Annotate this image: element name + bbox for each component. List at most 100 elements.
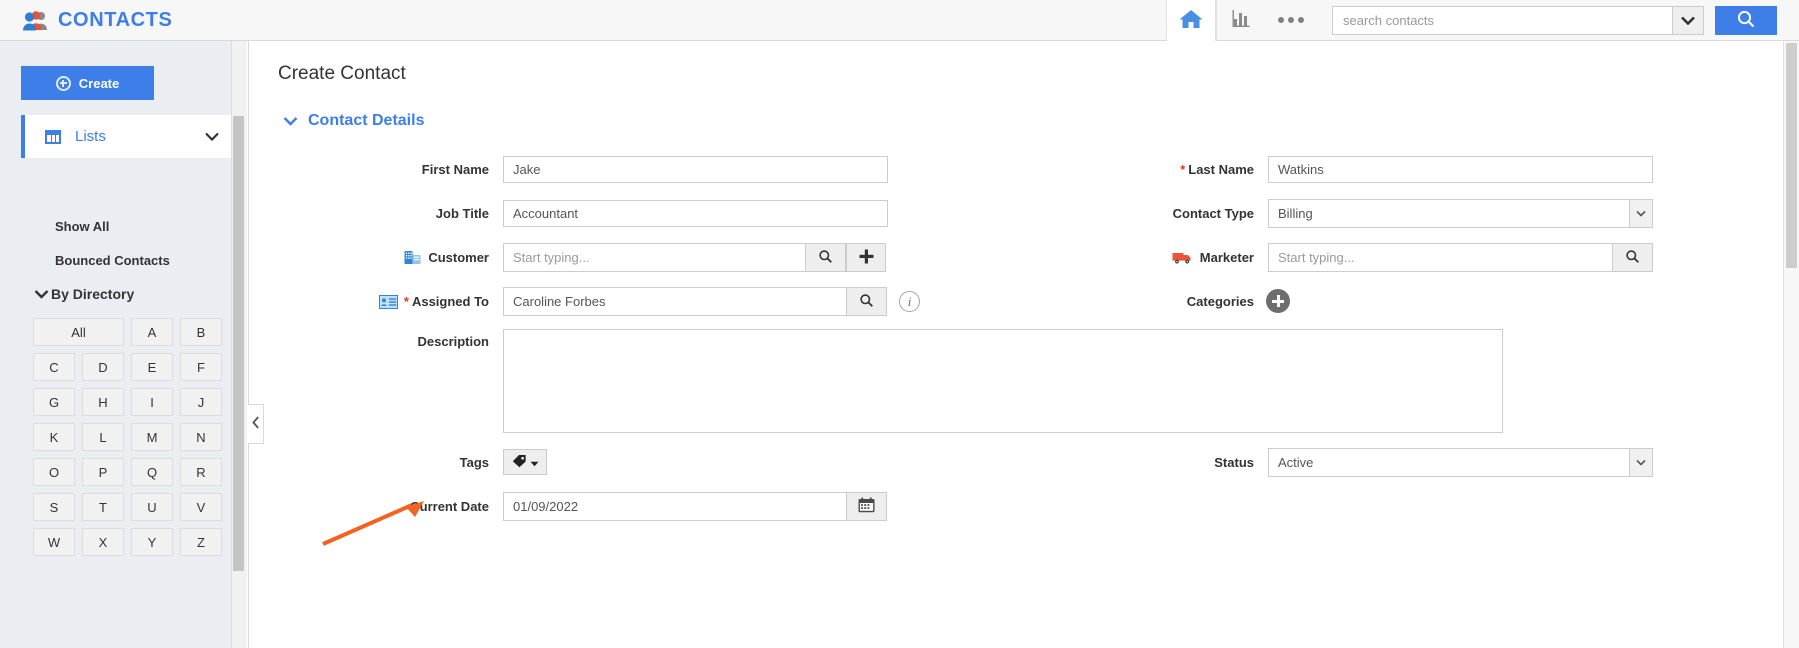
directory-letter-y[interactable]: Y bbox=[131, 528, 173, 556]
assigned-to-search-button[interactable] bbox=[847, 287, 887, 316]
directory-letter-e[interactable]: E bbox=[131, 353, 173, 381]
building-icon bbox=[404, 250, 421, 265]
sidebar: Create Lists Show All Bounced Contacts B… bbox=[0, 41, 231, 648]
directory-letter-s[interactable]: S bbox=[33, 493, 75, 521]
marketer-label-group: Marketer bbox=[984, 250, 1254, 265]
field-row-customer: Customer Start typing... bbox=[249, 243, 886, 272]
field-row-marketer: Marketer Start typing... bbox=[984, 243, 1653, 272]
current-date-calendar-button[interactable] bbox=[847, 492, 887, 521]
directory-letter-grid: All A B C D E F G H I J K L M N O P Q R S T U V W X Y Z bbox=[33, 318, 229, 556]
customer-input[interactable]: Start typing... bbox=[503, 243, 806, 272]
directory-letter-all[interactable]: All bbox=[33, 318, 124, 346]
contact-type-value: Billing bbox=[1278, 206, 1313, 221]
section-contact-details-header[interactable]: Contact Details bbox=[283, 112, 424, 130]
truck-icon bbox=[1172, 251, 1193, 264]
assigned-to-label: Assigned To bbox=[411, 294, 489, 309]
main-content: Create Contact Contact Details First Nam… bbox=[248, 41, 1783, 648]
directory-letter-r[interactable]: R bbox=[180, 458, 222, 486]
directory-letter-z[interactable]: Z bbox=[180, 528, 222, 556]
current-date-label: Current Date bbox=[410, 499, 489, 514]
directory-letter-i[interactable]: I bbox=[131, 388, 173, 416]
search-input[interactable] bbox=[1332, 5, 1672, 35]
directory-letter-u[interactable]: U bbox=[131, 493, 173, 521]
directory-letter-n[interactable]: N bbox=[180, 423, 222, 451]
directory-letter-w[interactable]: W bbox=[33, 528, 75, 556]
job-title-input[interactable]: Accountant bbox=[503, 200, 888, 227]
sidebar-item-lists-label: Lists bbox=[75, 128, 106, 145]
main-scrollbar-thumb[interactable] bbox=[1786, 43, 1797, 268]
sidebar-item-show-all[interactable]: Show All bbox=[0, 219, 231, 241]
directory-letter-p[interactable]: P bbox=[82, 458, 124, 486]
field-row-description: Description bbox=[249, 329, 1503, 433]
tags-button[interactable] bbox=[503, 449, 547, 475]
field-row-current-date: Current Date 01/09/2022 bbox=[249, 492, 887, 521]
directory-letter-m[interactable]: M bbox=[131, 423, 173, 451]
search-icon bbox=[1736, 9, 1756, 32]
directory-letter-g[interactable]: G bbox=[33, 388, 75, 416]
more-button[interactable] bbox=[1266, 0, 1316, 41]
status-select[interactable]: Active bbox=[1268, 448, 1653, 477]
topbar-actions bbox=[1166, 0, 1799, 41]
grid-icon bbox=[45, 129, 61, 144]
chevron-down-icon bbox=[283, 114, 298, 129]
sidebar-item-bounced-contacts[interactable]: Bounced Contacts bbox=[0, 253, 231, 275]
directory-letter-q[interactable]: Q bbox=[131, 458, 173, 486]
directory-letter-d[interactable]: D bbox=[82, 353, 124, 381]
marketer-search-button[interactable] bbox=[1613, 243, 1653, 272]
directory-letter-j[interactable]: J bbox=[180, 388, 222, 416]
sidebar-group-by-directory-label: By Directory bbox=[51, 286, 135, 302]
directory-letter-h[interactable]: H bbox=[82, 388, 124, 416]
categories-label: Categories bbox=[1186, 293, 1254, 309]
directory-letter-t[interactable]: T bbox=[82, 493, 124, 521]
directory-letter-b[interactable]: B bbox=[180, 318, 222, 346]
directory-letter-o[interactable]: O bbox=[33, 458, 75, 486]
reports-button[interactable] bbox=[1216, 0, 1266, 41]
assigned-to-input[interactable]: Caroline Forbes bbox=[503, 287, 847, 316]
current-date-input[interactable]: 01/09/2022 bbox=[503, 492, 847, 521]
sidebar-group-by-directory[interactable]: By Directory bbox=[34, 286, 134, 302]
search-icon bbox=[859, 293, 874, 311]
first-name-label: First Name bbox=[421, 162, 489, 177]
customer-label-group: Customer bbox=[249, 250, 489, 265]
marketer-input[interactable]: Start typing... bbox=[1268, 243, 1613, 272]
directory-letter-v[interactable]: V bbox=[180, 493, 222, 521]
directory-letter-a[interactable]: A bbox=[131, 318, 173, 346]
last-name-input[interactable]: Watkins bbox=[1268, 156, 1653, 183]
last-name-label: * Last Name bbox=[1180, 162, 1254, 177]
description-label: Description bbox=[417, 334, 489, 349]
marketer-label: Marketer bbox=[1199, 250, 1254, 265]
contact-type-select[interactable]: Billing bbox=[1268, 199, 1653, 228]
field-row-categories: Categories bbox=[984, 289, 1290, 313]
sidebar-scrollbar-thumb[interactable] bbox=[233, 116, 244, 571]
directory-letter-l[interactable]: L bbox=[82, 423, 124, 451]
first-name-input[interactable]: Jake bbox=[503, 156, 888, 183]
customer-add-button[interactable] bbox=[846, 243, 886, 272]
description-textarea[interactable] bbox=[503, 329, 1503, 433]
chevron-down-icon[interactable] bbox=[1629, 200, 1652, 227]
create-button[interactable]: Create bbox=[21, 66, 154, 100]
assigned-to-info-icon[interactable]: i bbox=[899, 291, 920, 312]
contact-type-label: Contact Type bbox=[1172, 206, 1254, 221]
search-scope-dropdown[interactable] bbox=[1672, 5, 1704, 35]
customer-label: Customer bbox=[428, 250, 489, 265]
field-row-job-title: Job Title Accountant bbox=[249, 200, 888, 227]
directory-letter-f[interactable]: F bbox=[180, 353, 222, 381]
chevron-down-icon[interactable] bbox=[205, 129, 219, 144]
job-title-label: Job Title bbox=[435, 206, 489, 221]
brand-title: CONTACTS bbox=[58, 8, 173, 31]
status-value: Active bbox=[1278, 455, 1314, 470]
more-ellipsis-icon bbox=[1278, 17, 1304, 23]
directory-letter-c[interactable]: C bbox=[33, 353, 75, 381]
tags-label: Tags bbox=[459, 454, 489, 470]
chevron-down-icon bbox=[34, 289, 49, 299]
sidebar-item-lists[interactable]: Lists bbox=[21, 115, 231, 158]
chevron-down-icon[interactable] bbox=[1629, 449, 1652, 476]
brand[interactable]: CONTACTS bbox=[0, 9, 172, 32]
categories-add-button[interactable] bbox=[1266, 289, 1290, 313]
sidebar-collapse-button[interactable] bbox=[248, 404, 264, 444]
home-button[interactable] bbox=[1166, 0, 1216, 41]
directory-letter-k[interactable]: K bbox=[33, 423, 75, 451]
customer-search-button[interactable] bbox=[806, 243, 846, 272]
search-button[interactable] bbox=[1715, 5, 1777, 35]
directory-letter-x[interactable]: X bbox=[82, 528, 124, 556]
